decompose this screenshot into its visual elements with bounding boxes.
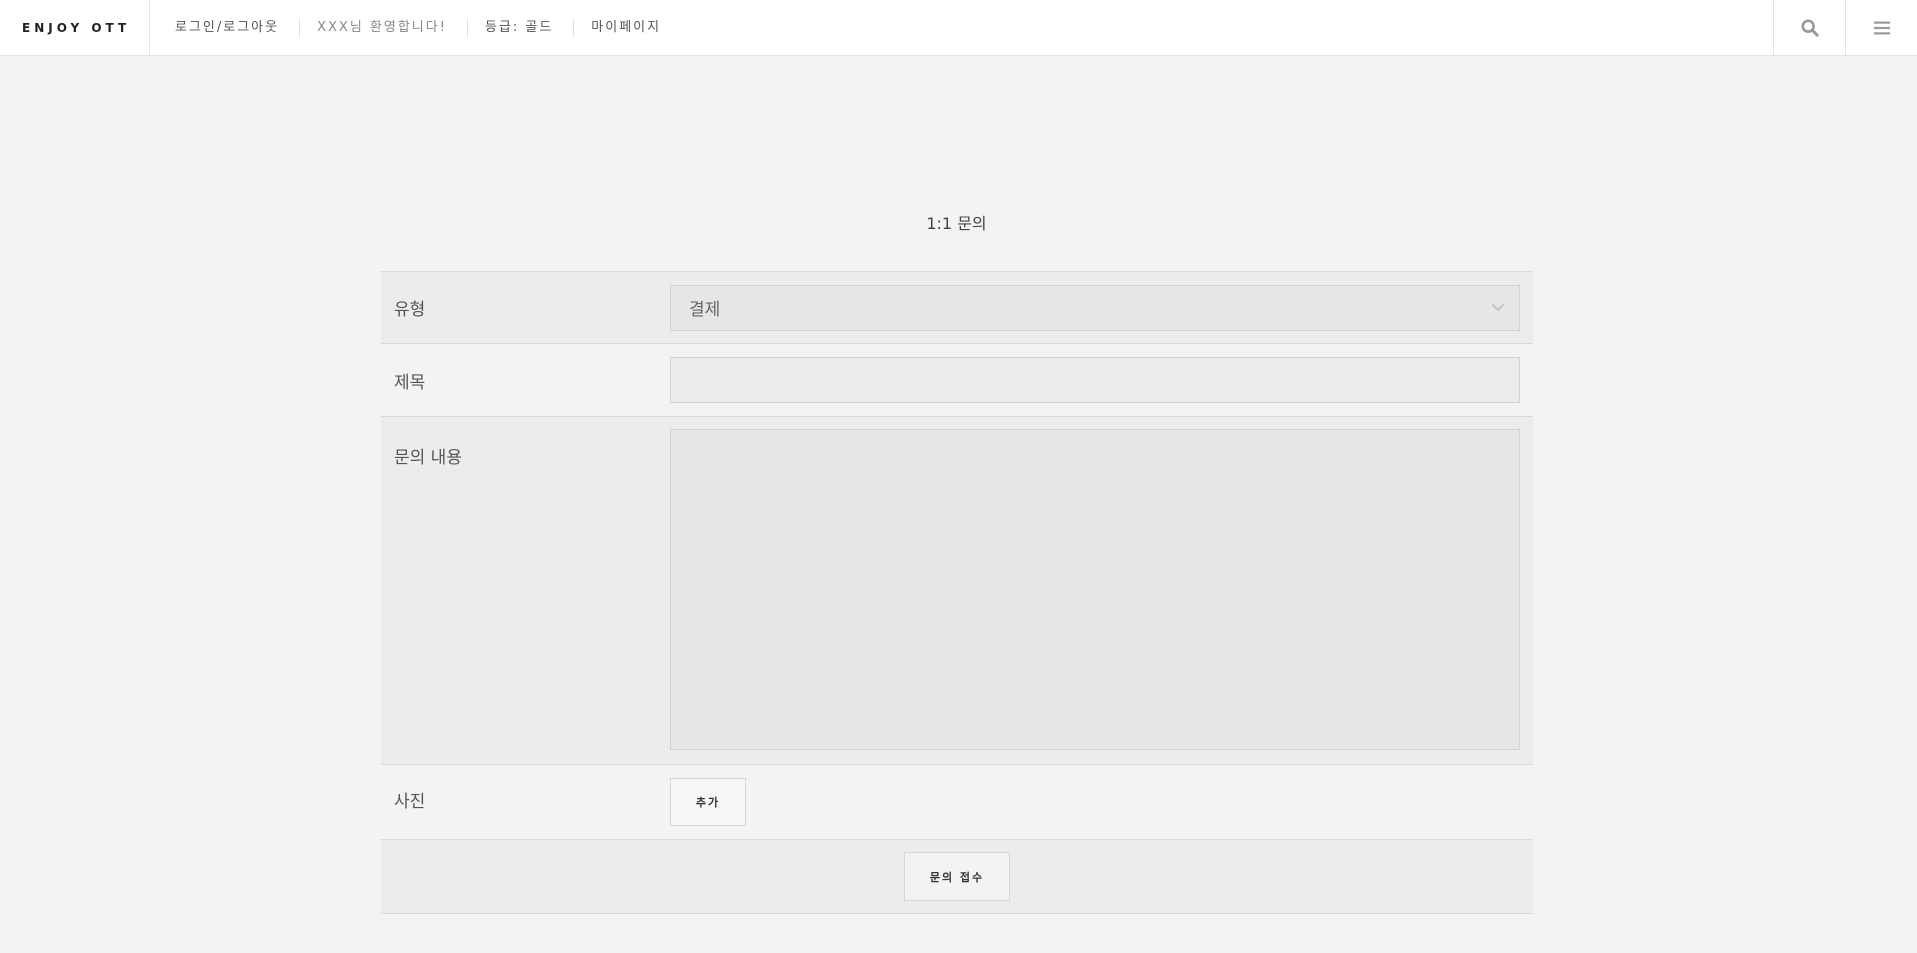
form-row-photo: 사진 추가 bbox=[381, 765, 1533, 840]
content-field bbox=[670, 429, 1533, 764]
form-row-type: 유형 결제 bbox=[381, 272, 1533, 344]
nav-login-logout[interactable]: 로그인/로그아웃 bbox=[175, 18, 301, 37]
subject-input[interactable] bbox=[670, 357, 1520, 403]
photo-label: 사진 bbox=[394, 791, 426, 812]
photo-field: 추가 bbox=[670, 778, 1533, 826]
type-field: 결제 bbox=[670, 284, 1533, 331]
search-icon bbox=[1800, 19, 1819, 37]
top-nav: 로그인/로그아웃 XXX님 환영합니다! 등급: 골드 마이페이지 bbox=[150, 0, 681, 56]
brand-logo[interactable]: ENJOY OTT bbox=[0, 0, 150, 56]
form-row-submit: 문의 접수 bbox=[381, 840, 1533, 914]
search-button[interactable] bbox=[1773, 0, 1845, 56]
chevron-down-icon bbox=[1491, 303, 1505, 312]
add-photo-button[interactable]: 추가 bbox=[670, 778, 746, 826]
form-row-subject: 제목 bbox=[381, 344, 1533, 417]
menu-button[interactable] bbox=[1845, 0, 1917, 56]
hamburger-menu-icon bbox=[1873, 21, 1890, 35]
top-actions bbox=[1773, 0, 1917, 56]
content-label: 문의 내용 bbox=[394, 448, 462, 468]
subject-field bbox=[670, 357, 1533, 403]
page-title: 1:1 문의 bbox=[926, 214, 987, 233]
submit-inquiry-button[interactable]: 문의 접수 bbox=[904, 852, 1010, 901]
inquiry-form: 유형 결제 제목 문의 내용 사진 추가 문의 접수 bbox=[381, 271, 1533, 914]
nav-mypage[interactable]: 마이페이지 bbox=[591, 19, 681, 37]
nav-membership-grade: 등급: 골드 bbox=[485, 18, 575, 37]
form-row-content: 문의 내용 bbox=[381, 417, 1533, 765]
content-textarea[interactable] bbox=[670, 429, 1520, 750]
subject-label: 제목 bbox=[394, 372, 426, 393]
type-label: 유형 bbox=[394, 300, 426, 320]
nav-welcome-message: XXX님 환영합니다! bbox=[317, 18, 468, 37]
type-select-value: 결제 bbox=[689, 300, 721, 320]
top-navigation-bar: ENJOY OTT 로그인/로그아웃 XXX님 환영합니다! 등급: 골드 마이… bbox=[0, 0, 1917, 56]
type-select[interactable]: 결제 bbox=[670, 284, 1520, 331]
